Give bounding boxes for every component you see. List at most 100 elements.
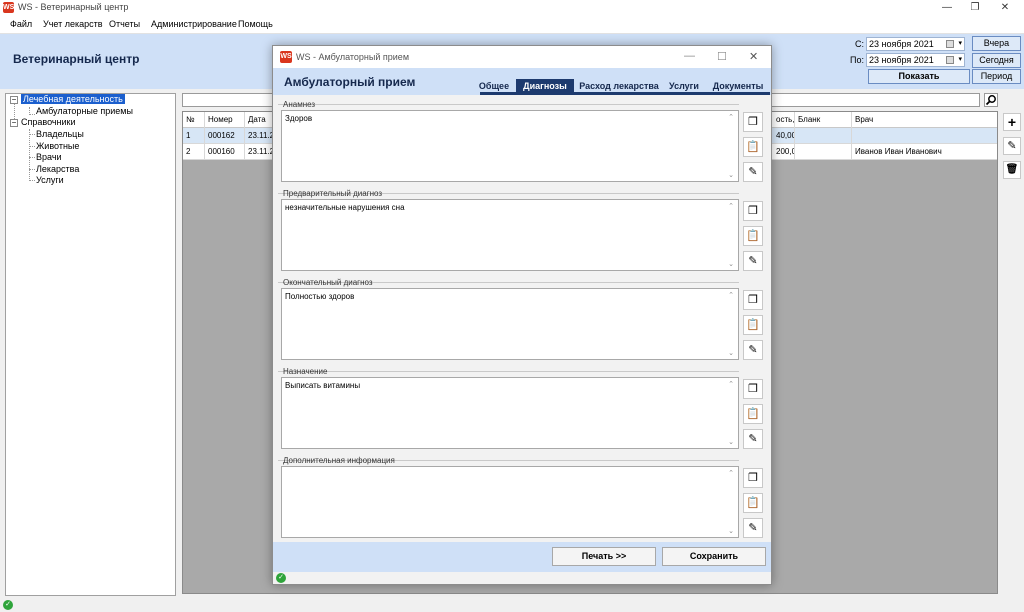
prescription-field[interactable]: Выписать витамины ⌃ ⌄	[281, 377, 739, 449]
column-header[interactable]: ость,	[773, 112, 795, 128]
scroll-up-icon[interactable]: ⌃	[728, 113, 734, 121]
edit-button[interactable]: ✎	[1003, 137, 1021, 155]
menu-reports[interactable]: Отчеты	[109, 19, 140, 29]
minimize-icon[interactable]: —	[937, 1, 957, 14]
minimize-icon[interactable]: —	[684, 50, 695, 62]
scroll-up-icon[interactable]: ⌃	[728, 202, 734, 210]
edit-button[interactable]: ✎	[743, 518, 763, 538]
add-button[interactable]: +	[1003, 113, 1021, 131]
plus-icon: +	[1007, 114, 1017, 130]
to-label: По:	[850, 55, 864, 65]
tree-connector	[29, 114, 35, 115]
table-cell: 000162	[205, 128, 245, 144]
menu-drug-accounting[interactable]: Учет лекарств	[43, 19, 103, 29]
paste-button[interactable]: 📋	[743, 404, 763, 424]
anamnesis-field[interactable]: Здоров ⌃ ⌄	[281, 110, 739, 182]
scroll-down-icon[interactable]: ⌄	[728, 349, 734, 357]
chevron-down-icon[interactable]: ▾	[958, 38, 962, 50]
pencil-icon: ✎	[748, 344, 758, 356]
final-diagnosis-field[interactable]: Полностью здоров ⌃ ⌄	[281, 288, 739, 360]
maximize-icon[interactable]: ☐	[717, 50, 727, 63]
search-icon	[985, 95, 996, 106]
menu-file[interactable]: Файл	[10, 19, 32, 29]
status-bar: ✓	[0, 598, 1024, 612]
scroll-down-icon[interactable]: ⌄	[728, 171, 734, 179]
edit-button[interactable]: ✎	[743, 251, 763, 271]
tree-item-owners[interactable]: Владельцы	[36, 129, 84, 139]
table-cell: 40,00	[773, 128, 795, 144]
preliminary-diagnosis-field[interactable]: незначительные нарушения сна ⌃ ⌄	[281, 199, 739, 271]
menu-administration[interactable]: Администрирование	[151, 19, 237, 29]
copy-button[interactable]: ❐	[743, 468, 763, 488]
paste-button[interactable]: 📋	[743, 137, 763, 157]
to-date-value: 23 ноября 2021	[869, 55, 934, 65]
copy-button[interactable]: ❐	[743, 379, 763, 399]
copy-button[interactable]: ❐	[743, 290, 763, 310]
section-label: Дополнительная информация	[283, 456, 395, 465]
collapse-icon[interactable]: −	[10, 119, 18, 127]
tree-item-outpatient[interactable]: Амбулаторные приемы	[36, 106, 133, 116]
scroll-down-icon[interactable]: ⌄	[728, 260, 734, 268]
tree-connector	[29, 169, 35, 170]
section-label: Анамнез	[283, 100, 316, 109]
scroll-up-icon[interactable]: ⌃	[728, 380, 734, 388]
paste-button[interactable]: 📋	[743, 315, 763, 335]
paste-button[interactable]: 📋	[743, 226, 763, 246]
field-value: Полностью здоров	[285, 292, 355, 301]
today-button[interactable]: Сегодня	[972, 53, 1021, 68]
edit-button[interactable]: ✎	[743, 162, 763, 182]
copy-icon: ❐	[748, 472, 758, 484]
pencil-icon: ✎	[1007, 140, 1017, 152]
column-header[interactable]: Номер	[205, 112, 245, 128]
edit-button[interactable]: ✎	[743, 429, 763, 449]
column-header[interactable]: №	[183, 112, 205, 128]
calendar-icon[interactable]	[946, 56, 954, 64]
section-label: Назначение	[283, 367, 328, 376]
calendar-icon[interactable]	[946, 40, 954, 48]
from-date-picker[interactable]: 23 ноября 2021 ▾	[866, 37, 965, 51]
tree-connector	[29, 157, 35, 158]
tree-item-doctors[interactable]: Врачи	[36, 152, 62, 162]
edit-button[interactable]: ✎	[743, 340, 763, 360]
tree-item-medicines[interactable]: Лекарства	[36, 164, 79, 174]
scroll-down-icon[interactable]: ⌄	[728, 438, 734, 446]
to-date-picker[interactable]: 23 ноября 2021 ▾	[866, 53, 965, 67]
period-button[interactable]: Период	[972, 69, 1021, 84]
chevron-down-icon[interactable]: ▾	[958, 54, 962, 66]
scroll-up-icon[interactable]: ⌃	[728, 469, 734, 477]
tab-documents[interactable]: Документы	[712, 79, 764, 93]
tab-services[interactable]: Услуги	[668, 79, 700, 93]
close-icon[interactable]: ✕	[749, 50, 758, 63]
column-header[interactable]: Врач	[852, 112, 997, 128]
tab-diagnoses[interactable]: Диагнозы	[516, 79, 574, 93]
yesterday-button[interactable]: Вчера	[972, 36, 1021, 51]
table-cell: 000160	[205, 144, 245, 160]
trash-icon: 🗑	[1005, 164, 1019, 175]
print-button[interactable]: Печать >>	[552, 547, 656, 566]
menu-help[interactable]: Помощь	[238, 19, 273, 29]
scroll-down-icon[interactable]: ⌄	[728, 527, 734, 535]
tree-item-directories[interactable]: Справочники	[21, 117, 76, 127]
copy-icon: ❐	[748, 205, 758, 217]
delete-button[interactable]: 🗑	[1003, 161, 1021, 179]
tab-general[interactable]: Общее	[477, 79, 511, 93]
search-button[interactable]	[984, 93, 998, 107]
copy-button[interactable]: ❐	[743, 112, 763, 132]
tab-drug-consumption[interactable]: Расход лекарства	[578, 79, 660, 93]
collapse-icon[interactable]: −	[10, 96, 18, 104]
close-icon[interactable]: ✕	[995, 1, 1015, 14]
tree-item-animals[interactable]: Животные	[36, 141, 79, 151]
copy-button[interactable]: ❐	[743, 201, 763, 221]
show-button[interactable]: Показать	[868, 69, 970, 84]
restore-icon[interactable]: ❐	[965, 1, 985, 14]
navigation-tree: − Лечебная деятельность Амбулаторные при…	[5, 93, 176, 596]
from-label: С:	[855, 39, 864, 49]
save-button[interactable]: Сохранить	[662, 547, 766, 566]
additional-info-field[interactable]: ⌃ ⌄	[281, 466, 739, 538]
scroll-up-icon[interactable]: ⌃	[728, 291, 734, 299]
section-label: Предварительный диагноз	[283, 189, 383, 198]
paste-button[interactable]: 📋	[743, 493, 763, 513]
column-header[interactable]: Бланк	[795, 112, 852, 128]
tree-item-services[interactable]: Услуги	[36, 175, 64, 185]
tree-item-medical-activity[interactable]: Лечебная деятельность	[21, 94, 125, 104]
